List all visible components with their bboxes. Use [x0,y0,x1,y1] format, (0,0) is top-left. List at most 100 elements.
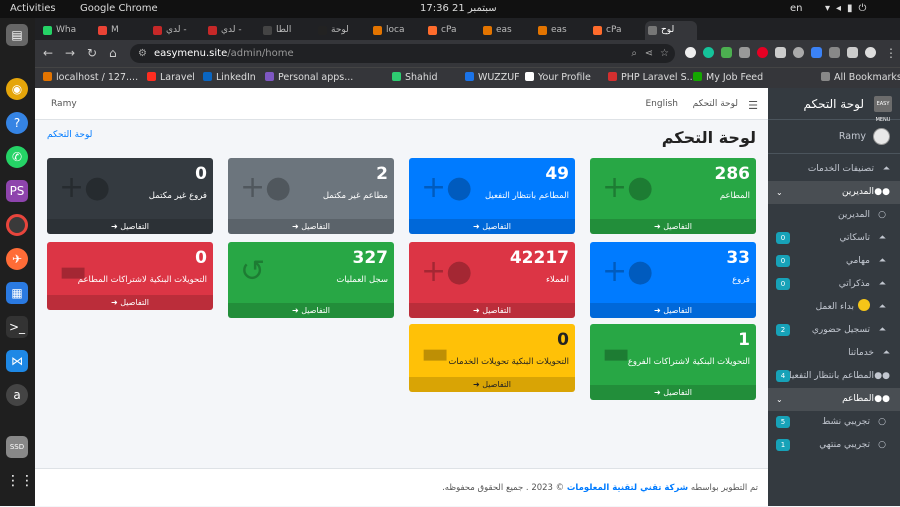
browser-tab[interactable]: الطا [260,21,312,40]
details-link[interactable]: التفاصيل ➜ [590,219,756,234]
grammarly-icon[interactable] [703,47,714,58]
phpstorm-icon[interactable]: PS [6,180,28,202]
site-info-icon[interactable]: ⚙ [138,44,147,63]
bookmark-item[interactable]: Personal apps... [265,72,353,83]
keyboard-language[interactable]: en [790,3,803,14]
brand-text: لوحة التحكم [803,97,865,111]
details-link[interactable]: التفاصيل ➜ [47,295,213,310]
bookmark-item[interactable]: localhost / 127.... [43,72,138,83]
browser-tab[interactable]: لدي - [205,21,257,40]
browser-tab[interactable]: لوح [645,21,697,40]
extension-icon[interactable] [793,47,804,58]
brand-link[interactable]: EASY MENU لوحة التحكم [768,88,900,123]
nav-home-link[interactable]: لوحة التحكم [693,99,738,109]
extension-icon[interactable] [685,47,696,58]
document-viewer-icon[interactable]: ▦ [6,282,28,304]
details-link[interactable]: التفاصيل ➜ [590,385,756,400]
address-bar[interactable]: ⚙ easymenu.site/admin/home ⌕ ⋖ ☆ [130,44,675,63]
bell-icon: ⏶ [878,233,886,243]
stat-label: التحويلات البنكية لاشتراكات الفروع [627,357,750,367]
browser-tab[interactable]: eas [480,21,532,40]
details-link[interactable]: التفاصيل ➜ [47,219,213,234]
sidebar-item[interactable]: ●● المطاعم بانتظار التفعيل 4 [768,365,900,388]
system-tray-icons[interactable]: ▾◂▮⏻ [825,3,872,14]
reload-icon[interactable]: ↻ [87,46,97,60]
sidebar-item[interactable]: ⏶ تسجيل حضوري 2 [768,319,900,342]
menu-kebab-icon[interactable]: ⋮ [885,46,897,60]
browser-tab[interactable]: loca [370,21,422,40]
bookmark-star-icon[interactable]: ☆ [660,44,669,63]
details-link[interactable]: التفاصيل ➜ [590,303,756,318]
bookmark-item[interactable]: LinkedIn [203,72,256,83]
postman-icon[interactable]: ✈ [6,248,28,270]
sidebar-item[interactable]: ⏶ بداء العمل [768,296,900,319]
anydesk-icon[interactable]: a [6,384,28,406]
vscode-icon[interactable]: ⋈ [6,350,28,372]
back-icon[interactable]: ← [43,46,53,60]
bookmark-item[interactable]: Your Profile [525,72,591,83]
stat-value: 1 [738,330,750,350]
bookmark-item[interactable]: Shahid [392,72,438,83]
sidebar-item[interactable]: ⏶ خدماتنا [768,342,900,365]
bookmark-item[interactable]: PHP Laravel S... [608,72,696,83]
files-icon[interactable]: ▤ [6,24,28,46]
user-menu[interactable]: Ramy [51,99,77,109]
details-link[interactable]: التفاصيل ➜ [409,303,575,318]
extension-icon[interactable] [721,47,732,58]
bookmark-item[interactable]: All Bookmarks [821,72,900,83]
bookmark-item[interactable]: Laravel [147,72,195,83]
extensions-puzzle-icon[interactable] [829,47,840,58]
browser-tab[interactable]: Wha [40,21,92,40]
footer-company-link[interactable]: شركة تقني لتقنية المعلومات [567,483,688,493]
activities-button[interactable]: Activities [10,3,56,14]
whatsapp-icon[interactable]: ✆ [6,146,28,168]
sidebar-item[interactable]: ⏶ مذكراتي 0 [768,273,900,296]
rhythmbox-icon[interactable]: ◉ [6,78,28,100]
sidebar-item[interactable]: ○ المديرين [768,204,900,227]
sidebar-item[interactable]: ⏶ مهامي 0 [768,250,900,273]
bookmark-item[interactable]: WUZZUF [465,72,520,83]
stat-box: ●+ 286 المطاعم التفاصيل ➜ [590,158,756,234]
browser-tab[interactable]: لدي - [150,21,202,40]
home-icon[interactable]: ⌂ [109,46,117,60]
chrome-icon[interactable] [6,214,28,236]
sidebar-item[interactable]: ○ تجريبي منتهي 1 [768,434,900,457]
browser-tab[interactable]: eas [535,21,587,40]
tab-favicon-icon [373,26,382,35]
os-clock[interactable]: 17:36 21 سبتمبر [420,3,497,14]
forward-icon[interactable]: → [65,46,75,60]
extension-icon[interactable] [775,47,786,58]
app-grid-icon[interactable]: ⋮⋮ [6,470,34,492]
sidebar-item[interactable]: ⏶ تاسكاتي 0 [768,227,900,250]
tab-label: لدي - [166,25,187,35]
hamburger-icon[interactable]: ☰ [748,99,758,112]
browser-tab[interactable]: cPa [425,21,477,40]
sidebar-item[interactable]: ⏶ تصنيفات الخدمات [768,158,900,181]
details-link[interactable]: التفاصيل ➜ [409,219,575,234]
details-link[interactable]: التفاصيل ➜ [228,219,394,234]
pinterest-icon[interactable] [757,47,768,58]
help-icon[interactable]: ? [6,112,28,134]
side-panel-icon[interactable] [847,47,858,58]
sidebar-item[interactable]: ●● المطاعم ⌄ [768,388,900,411]
extension-icon[interactable] [739,47,750,58]
bookmark-item[interactable]: My Job Feed [693,72,763,83]
browser-tab[interactable]: M [95,21,147,40]
extension-icon[interactable] [811,47,822,58]
disk-icon[interactable]: SSD [6,436,28,458]
browser-tab[interactable]: لوحة [315,21,367,40]
details-link[interactable]: التفاصيل ➜ [228,303,394,318]
details-link[interactable]: التفاصيل ➜ [409,377,575,392]
sidebar-user-panel[interactable]: Ramy [768,120,900,154]
users-icon: ●● [874,371,890,381]
terminal-icon[interactable]: >_ [6,316,28,338]
bell-icon: ⏶ [882,164,890,174]
breadcrumb[interactable]: لوحة التحكم [47,130,92,140]
profile-avatar-icon[interactable] [865,47,876,58]
search-icon[interactable]: ⌕ [631,44,637,63]
browser-tab[interactable]: cPa [590,21,642,40]
sidebar-item[interactable]: ○ تجريبي نشط 5 [768,411,900,434]
sidebar-item[interactable]: ●● المديرين ⌄ [768,181,900,204]
language-switch[interactable]: English [646,99,679,109]
share-icon[interactable]: ⋖ [645,44,653,63]
